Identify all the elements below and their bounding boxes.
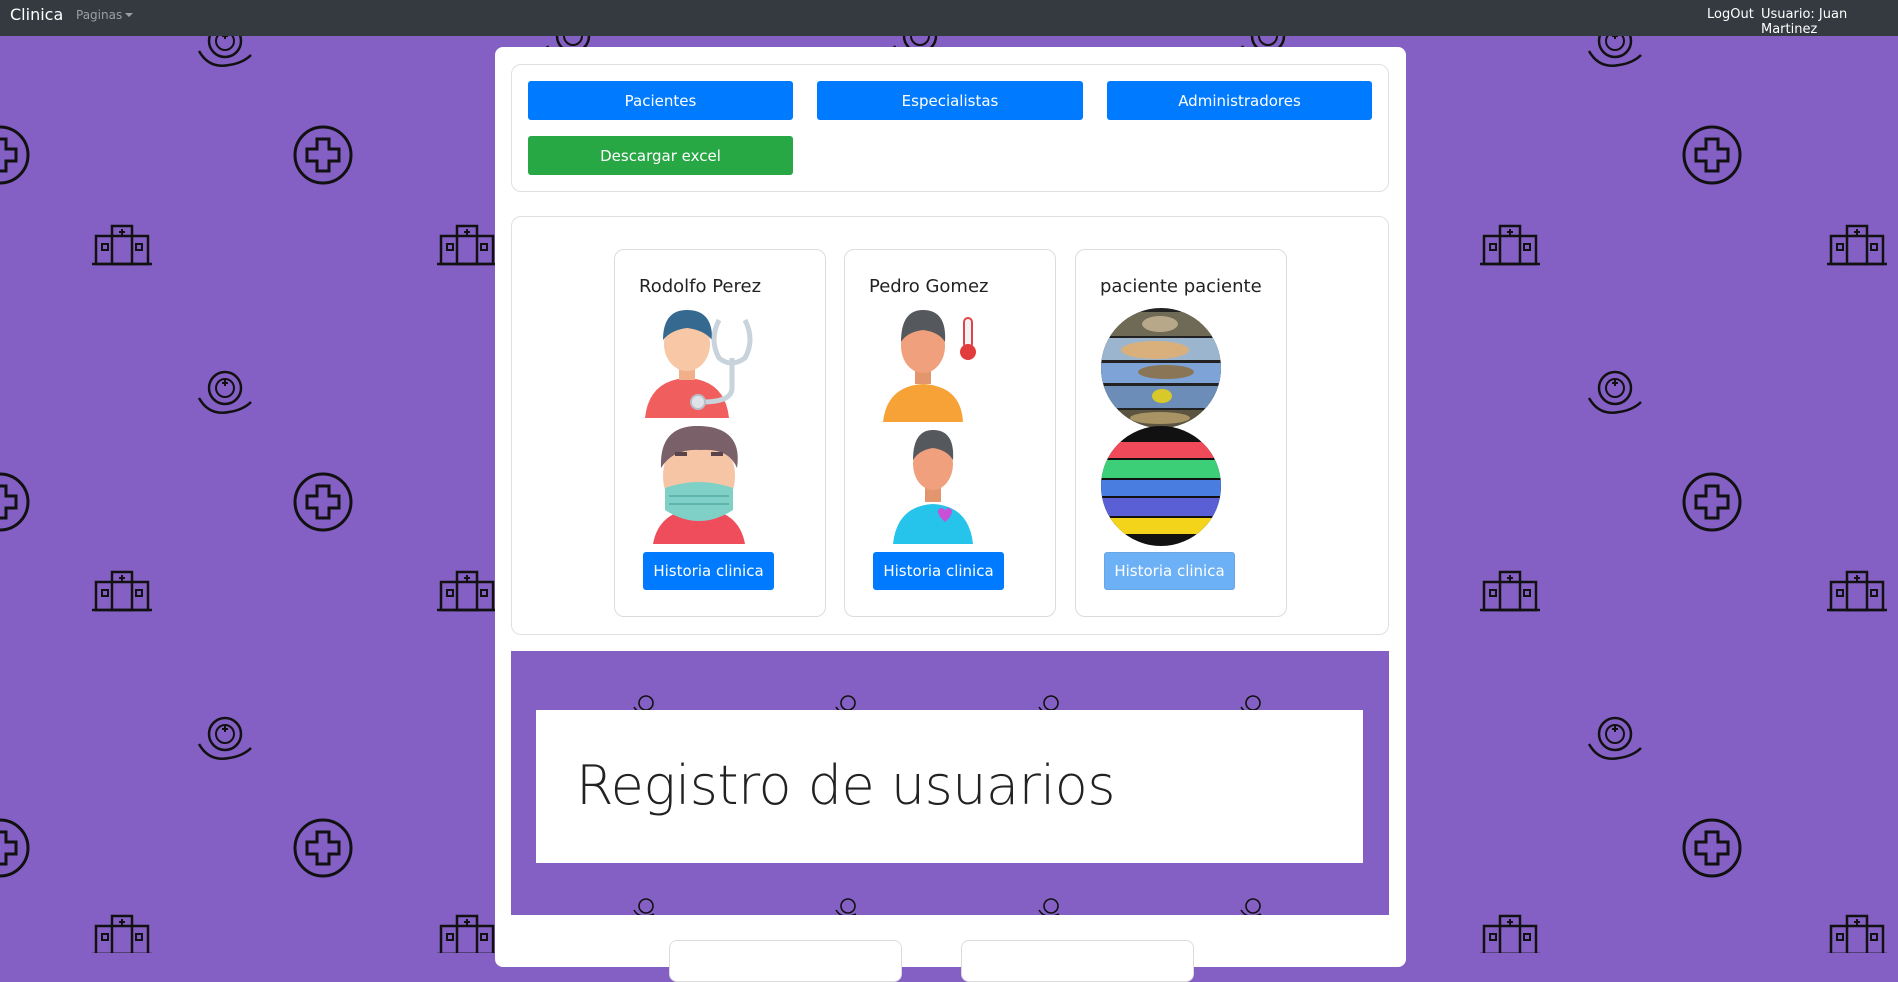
masked-person-icon xyxy=(653,426,745,544)
pages-dropdown-label: Paginas xyxy=(76,8,123,22)
registro-banner: Registro de usuarios xyxy=(511,651,1389,915)
registro-title: Registro de usuarios xyxy=(576,754,1115,817)
patient-card: Pedro Gomez Historia clinica xyxy=(844,249,1056,617)
patient-name: paciente paciente xyxy=(1100,276,1262,297)
person-thermometer-icon xyxy=(883,310,976,422)
historia-clinica-button[interactable]: Historia clinica xyxy=(873,552,1004,590)
download-excel-button[interactable]: Descargar excel xyxy=(528,136,793,175)
patient-name: Rodolfo Perez xyxy=(639,276,762,297)
user-card xyxy=(961,940,1194,982)
patient-card: paciente paciente Historia clinica xyxy=(1075,249,1287,617)
color-stripes-icon xyxy=(1101,426,1221,546)
user-card xyxy=(669,940,902,982)
especialistas-button[interactable]: Especialistas xyxy=(817,81,1083,120)
pacientes-button[interactable]: Pacientes xyxy=(528,81,793,120)
patient-card: Rodolfo Perez Historia clinica xyxy=(614,249,826,617)
historia-clinica-button[interactable]: Historia clinica xyxy=(643,552,774,590)
navbar: Clinica Paginas LogOut Usuario: Juan Mar… xyxy=(0,0,1898,37)
current-user-label: Usuario: Juan Martinez xyxy=(1761,7,1848,37)
patient-name: Pedro Gomez xyxy=(869,276,989,297)
caret-down-icon xyxy=(125,13,134,17)
administradores-button[interactable]: Administradores xyxy=(1107,81,1372,120)
historia-clinica-button[interactable]: Historia clinica xyxy=(1104,552,1235,590)
brand-link[interactable]: Clinica xyxy=(10,5,63,24)
person-heart-icon xyxy=(893,430,973,544)
photo-collage-icon xyxy=(1101,308,1221,428)
pages-dropdown[interactable]: Paginas xyxy=(76,8,134,22)
logout-link[interactable]: LogOut xyxy=(1707,7,1754,22)
registro-card: Registro de usuarios xyxy=(536,710,1363,863)
doctor-stethoscope-icon xyxy=(645,310,753,418)
